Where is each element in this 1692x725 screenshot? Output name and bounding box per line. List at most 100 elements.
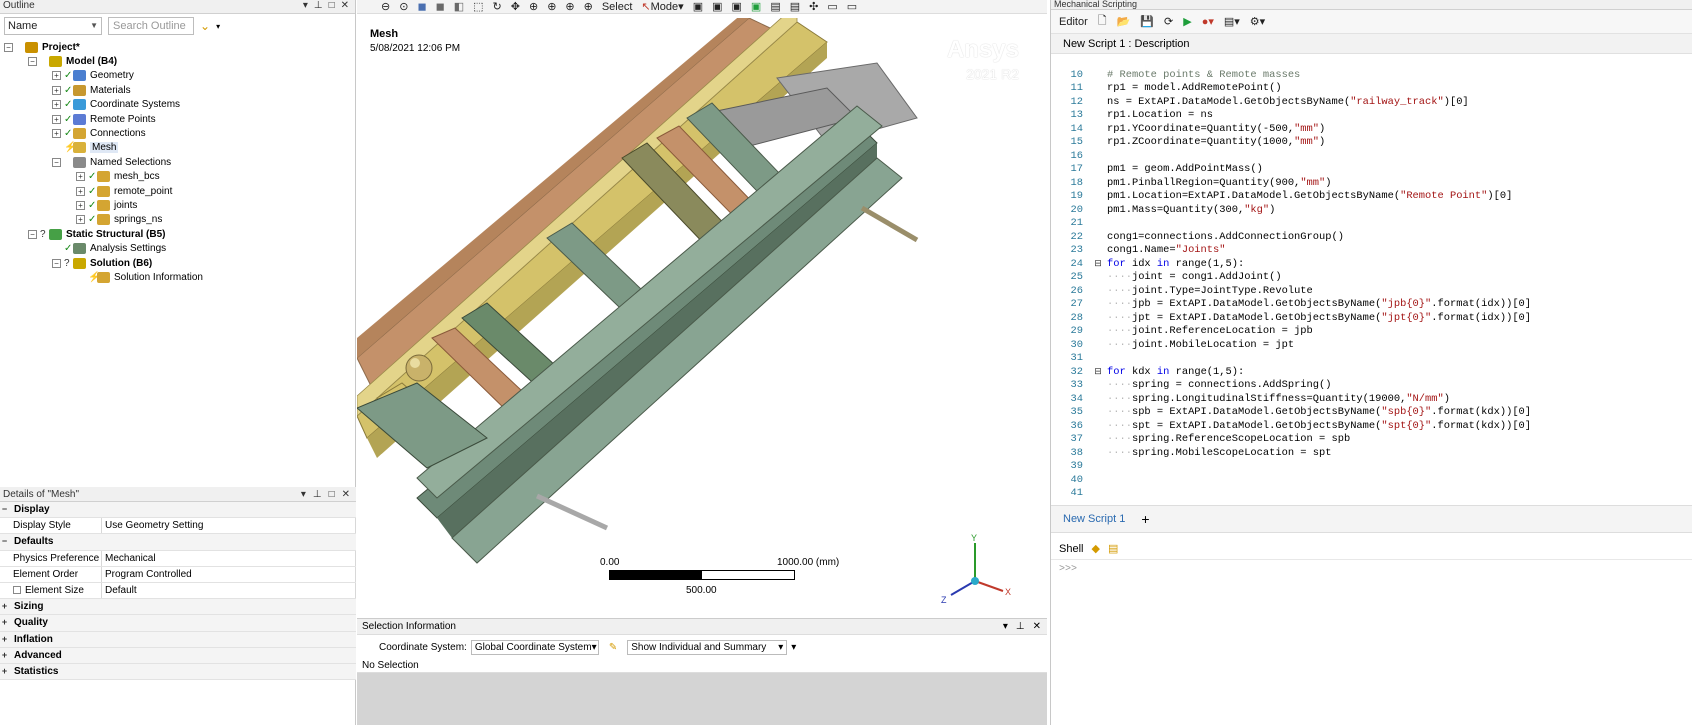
tree-item[interactable]: + ✓ Materials (0, 83, 355, 97)
tree-item[interactable]: ✓ Analysis Settings (0, 241, 355, 255)
clear-shell-icon[interactable]: ◆ (1091, 542, 1099, 555)
expand-icon[interactable]: − (28, 229, 37, 239)
zoom-in-icon[interactable]: ⊕ (529, 0, 538, 13)
tree-item[interactable]: + ✓ springs_ns (0, 213, 355, 227)
expand-icon[interactable]: − (52, 258, 61, 268)
details-value[interactable]: Program Controlled (102, 566, 356, 582)
expand-icon[interactable]: + (76, 215, 85, 225)
record-icon[interactable]: ●▾ (1202, 15, 1214, 28)
refresh-icon[interactable]: ⟳ (1164, 15, 1173, 28)
extend-icon[interactable]: ✣ (809, 0, 818, 13)
body-icon[interactable]: ▣ (751, 0, 761, 13)
shaded-icon[interactable]: ◼ (436, 0, 445, 13)
pin-icon[interactable]: ⊥ (1016, 619, 1025, 634)
expand-icon[interactable]: + (76, 172, 85, 182)
pin-icon[interactable]: ⊥ (313, 487, 322, 501)
expand-icon[interactable]: + (0, 615, 9, 630)
show-mode-select[interactable]: Show Individual and Summary ▾ (627, 639, 788, 655)
debug-icon[interactable]: ⚙▾ (1250, 15, 1265, 28)
expand-icon[interactable]: − (28, 57, 37, 67)
iso-view-icon[interactable]: ◼ (417, 0, 426, 13)
expand-icon[interactable] (76, 273, 85, 282)
tree-item[interactable]: ⚡ Mesh (0, 141, 355, 155)
details-group[interactable]: + Quality (0, 615, 356, 632)
expand-icon[interactable]: + (0, 599, 9, 614)
element-icon[interactable]: ▤ (790, 0, 800, 13)
tree-item[interactable]: ⚡ Solution Information (0, 270, 355, 284)
expand-icon[interactable]: − (4, 42, 13, 52)
expand-icon[interactable]: + (0, 648, 9, 663)
details-group[interactable]: + Statistics (0, 663, 356, 681)
tree-item[interactable]: + ✓ remote_point (0, 184, 355, 198)
fold-icon[interactable]: ⊟ (1089, 259, 1107, 269)
snippet-icon[interactable]: ▤ (1108, 542, 1118, 555)
run-icon[interactable]: ▶ (1183, 15, 1191, 28)
tree-item[interactable]: − Model (B4) (0, 54, 355, 68)
new-file-icon[interactable]: 🗋 (1098, 12, 1107, 31)
maximize-icon[interactable]: □ (329, 487, 335, 501)
tree-item[interactable]: + ✓ mesh_bcs (0, 170, 355, 184)
details-group[interactable]: + Sizing (0, 599, 356, 616)
details-row[interactable]: Element Size Default (0, 582, 356, 600)
details-value[interactable]: Mechanical (102, 550, 356, 566)
more-icon[interactable]: ▭ (847, 0, 857, 13)
select-mode-icon[interactable]: ⬚ (473, 0, 483, 13)
details-row[interactable]: Element Order Program Controlled (0, 566, 356, 583)
open-folder-icon[interactable]: 📂 (1117, 15, 1131, 28)
face-icon[interactable]: ▣ (732, 0, 742, 13)
expand-icon[interactable]: − (52, 157, 61, 167)
select-button[interactable]: Select (602, 1, 633, 13)
close-icon[interactable]: ✕ (342, 487, 350, 501)
details-value[interactable]: Default (102, 582, 356, 599)
zoom-icon[interactable]: ⊙ (399, 0, 408, 13)
graphics-viewport[interactable]: Mesh 5/08/2021 12:06 PM Ansys 2021 R2 0.… (357, 18, 1047, 618)
expand-icon[interactable]: − (0, 534, 9, 549)
pan-icon[interactable]: ✥ (511, 0, 520, 13)
expand-icon[interactable]: + (52, 85, 61, 95)
checkbox[interactable] (13, 586, 21, 595)
add-tab-button[interactable]: + (1141, 511, 1149, 527)
tree-item[interactable]: − Named Selections (0, 155, 355, 169)
expand-icon[interactable]: + (76, 186, 85, 196)
expand-icon[interactable] (52, 244, 61, 253)
expand-icon[interactable]: + (76, 200, 85, 210)
tree-item[interactable]: + ✓ Remote Points (0, 112, 355, 126)
tree-item[interactable]: + ✓ Geometry (0, 69, 355, 83)
tree-item[interactable]: + ✓ Coordinate Systems (0, 98, 355, 112)
close-icon[interactable]: ✕ (341, 0, 349, 13)
zoom-to-icon[interactable]: ⊕ (584, 0, 593, 13)
code-editor[interactable]: 10 # Remote points & Remote masses 11 rp1 =… (1051, 68, 1692, 505)
tree-item[interactable]: −? Solution (B6) (0, 256, 355, 270)
search-outline-input[interactable]: Search Outline (108, 17, 194, 35)
vertex-icon[interactable]: ▣ (693, 0, 703, 13)
expand-icon[interactable] (52, 143, 61, 152)
expand-icon[interactable]: + (52, 71, 61, 81)
tree-item[interactable]: − Project* (0, 40, 355, 54)
selection-options-icon[interactable]: ✎ (609, 642, 617, 653)
details-group[interactable]: − Defaults (0, 534, 356, 551)
close-icon[interactable]: ✕ (1033, 619, 1041, 634)
extend-more-icon[interactable]: ▭ (827, 0, 837, 13)
zoom-out-icon[interactable]: ⊖ (381, 0, 390, 13)
tree-item[interactable]: + ✓ joints (0, 198, 355, 212)
coordinate-system-select[interactable]: Global Coordinate System ▾ (470, 639, 599, 655)
details-group[interactable]: + Advanced (0, 647, 356, 664)
name-filter-select[interactable]: Name ▼ (4, 17, 102, 35)
dropdown-icon[interactable]: ▾ (1003, 619, 1008, 634)
tab-new-script-1[interactable]: New Script 1 (1063, 513, 1125, 525)
pin-icon[interactable]: ⊥ (314, 0, 323, 13)
dropdown-icon[interactable]: ▾ (303, 0, 308, 13)
save-icon[interactable]: 💾 (1140, 15, 1154, 28)
maximize-icon[interactable]: □ (329, 0, 335, 13)
mode-button[interactable]: ↖Mode▾ (641, 0, 683, 13)
edge-icon[interactable]: ▣ (712, 0, 722, 13)
expand-icon[interactable]: + (52, 129, 61, 139)
zoom-fit-icon[interactable]: ⊕ (565, 0, 574, 13)
rotate-icon[interactable]: ↻ (493, 0, 502, 13)
wire-icon[interactable]: ◧ (454, 0, 464, 13)
details-row[interactable]: Physics Preference Mechanical (0, 550, 356, 567)
tree-item[interactable]: −? Static Structural (B5) (0, 227, 355, 241)
details-row[interactable]: Display Style Use Geometry Setting (0, 518, 356, 535)
zoom-box-icon[interactable]: ⊕ (547, 0, 556, 13)
dropdown-icon[interactable]: ▾ (301, 487, 306, 501)
